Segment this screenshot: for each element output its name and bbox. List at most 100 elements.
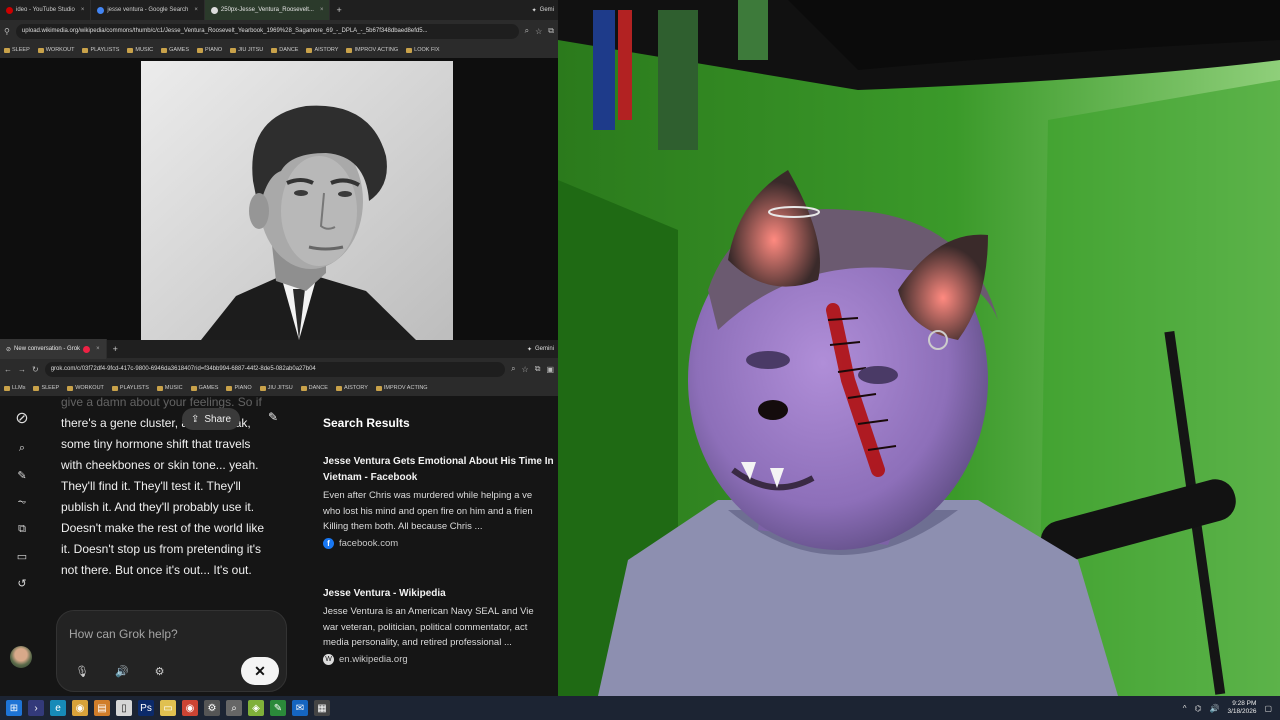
new-tab-button[interactable]: + bbox=[330, 5, 347, 15]
folder-icon bbox=[375, 385, 382, 391]
voice-icon[interactable]: ⏦ bbox=[18, 496, 27, 509]
result-source[interactable]: f facebook.com bbox=[323, 537, 558, 549]
bookmark-item[interactable]: PIANO bbox=[226, 385, 252, 391]
tab-grok[interactable]: ⊘ New conversation - Grok × bbox=[0, 339, 107, 359]
chat-panel: give a damn about your feelings. So if th… bbox=[56, 396, 291, 696]
imagine-icon[interactable]: ⧉ bbox=[18, 523, 26, 536]
search-result-2[interactable]: Jesse Ventura - Wikipedia Jesse Ventura … bbox=[323, 586, 558, 665]
bookmark-item[interactable]: IMPROV ACTING bbox=[346, 47, 398, 53]
input-toolbar: 🎙 🔊 ⚙ bbox=[75, 665, 165, 678]
close-tab-icon[interactable]: × bbox=[320, 7, 324, 13]
address-bar[interactable]: upload.wikimedia.org/wikipedia/commons/t… bbox=[15, 23, 519, 39]
bookmark-item[interactable]: PLAYLISTS bbox=[111, 385, 149, 391]
explorer-icon[interactable]: ▭ bbox=[160, 700, 176, 716]
bookmark-item[interactable]: WORKOUT bbox=[67, 385, 104, 391]
volume-icon[interactable]: 🔊 bbox=[1210, 704, 1220, 713]
new-chat-icon[interactable]: ✎ bbox=[268, 410, 278, 424]
search-icon[interactable]: ⌕ bbox=[226, 700, 242, 716]
bookmarks-bar: SLEEP WORKOUT PLAYLISTS MUSIC GAMES PIANO JIU … bbox=[0, 42, 558, 58]
chat-line: give a damn about your feelings. So if bbox=[61, 396, 262, 409]
settings-icon[interactable]: ⚙ bbox=[204, 700, 220, 716]
bookmark-item[interactable]: AISTORY bbox=[306, 47, 338, 53]
bookmark-item[interactable]: SLEEP bbox=[4, 47, 30, 53]
bookmark-label: AISTORY bbox=[314, 47, 339, 53]
extensions-icon[interactable]: ⧉ bbox=[535, 364, 541, 374]
address-bar[interactable]: grok.com/c/03f72df4-9fcd-417c-9800-6946d… bbox=[44, 361, 506, 377]
photoshop-icon[interactable]: Ps bbox=[138, 700, 154, 716]
tab-wiki-image[interactable]: 250px-Jesse_Ventura_Roosevelt... × bbox=[204, 0, 331, 20]
zoom-icon[interactable]: ⌕ bbox=[511, 364, 515, 374]
app-icon[interactable]: ◈ bbox=[248, 700, 264, 716]
yearbook-photo bbox=[141, 61, 453, 340]
file-icon[interactable]: ▤ bbox=[94, 700, 110, 716]
bookmark-item[interactable]: JIU JITSU bbox=[259, 385, 293, 391]
bookmark-item[interactable]: PLAYLISTS bbox=[82, 47, 119, 53]
close-tab-icon[interactable]: × bbox=[81, 7, 85, 13]
bookmark-item[interactable]: GAMES bbox=[161, 47, 189, 53]
notepad-icon[interactable]: ▯ bbox=[116, 700, 132, 716]
bookmark-star-icon[interactable]: ☆ bbox=[522, 365, 529, 374]
grok-app: ⊘ ⌕ ✎ ⏦ ⧉ ▭ ↺ give a damn about your fee… bbox=[0, 396, 558, 696]
clock[interactable]: 9:28 PM 3/18/2026 bbox=[1228, 700, 1257, 716]
outlook-icon[interactable]: ✉ bbox=[292, 700, 308, 716]
terminal-icon[interactable]: › bbox=[28, 700, 44, 716]
bookmark-item[interactable]: PIANO bbox=[197, 47, 222, 53]
calculator-icon[interactable]: ▦ bbox=[314, 700, 330, 716]
close-tab-icon[interactable]: × bbox=[194, 7, 198, 13]
bookmark-label: IMPROV ACTING bbox=[383, 385, 428, 391]
tab-youtube-studio[interactable]: ideo - YouTube Studio × bbox=[0, 0, 92, 20]
search-result-1[interactable]: Jesse Ventura Gets Emotional About His T… bbox=[323, 454, 558, 549]
history-icon[interactable]: ↺ bbox=[17, 577, 26, 590]
bookmark-item[interactable]: GAMES bbox=[190, 385, 218, 391]
bookmark-item[interactable]: WORKOUT bbox=[37, 47, 74, 53]
search-icon[interactable]: ⌕ bbox=[19, 442, 25, 455]
bookmark-item[interactable]: SLEEP bbox=[33, 385, 59, 391]
speaker-icon[interactable]: 🔊 bbox=[115, 665, 129, 678]
result-title[interactable]: Jesse Ventura Gets Emotional About His T… bbox=[323, 454, 558, 486]
sidebar-icon[interactable]: ▣ bbox=[546, 365, 554, 374]
result-title[interactable]: Jesse Ventura - Wikipedia bbox=[323, 586, 558, 602]
new-tab-button[interactable]: + bbox=[107, 344, 124, 354]
reload-icon[interactable]: ↻ bbox=[32, 365, 39, 374]
bookmark-item[interactable]: AISTORY bbox=[335, 385, 368, 391]
edit-icon[interactable]: ✎ bbox=[17, 469, 26, 482]
forward-icon[interactable]: → bbox=[18, 365, 26, 374]
bookmark-item[interactable]: JIU JITSU bbox=[230, 47, 263, 53]
bookmark-label: JIU JITSU bbox=[238, 47, 264, 53]
chrome-alt-icon[interactable]: ◉ bbox=[182, 700, 198, 716]
edge-icon[interactable]: e bbox=[50, 700, 66, 716]
notification-icon[interactable]: ▢ bbox=[1264, 704, 1272, 713]
notes-icon[interactable]: ✎ bbox=[270, 700, 286, 716]
chrome-icon[interactable]: ◉ bbox=[72, 700, 88, 716]
windows-start-icon[interactable]: ⊞ bbox=[6, 700, 22, 716]
bookmark-item[interactable]: LLMs bbox=[4, 385, 25, 391]
bookmark-item[interactable]: MUSIC bbox=[127, 47, 153, 53]
avatar[interactable] bbox=[10, 646, 32, 668]
tab-google-search[interactable]: jesse ventura - Google Search × bbox=[91, 0, 205, 20]
bookmark-item[interactable]: MUSIC bbox=[156, 385, 183, 391]
network-icon[interactable]: ⌬ bbox=[1195, 704, 1202, 713]
gemini-button[interactable]: ✦ Gemi bbox=[532, 7, 558, 14]
close-voice-button[interactable]: ✕ bbox=[241, 657, 279, 685]
facebook-icon: f bbox=[323, 537, 334, 549]
bookmark-item[interactable]: IMPROV ACTING bbox=[375, 385, 428, 391]
bookmark-item[interactable]: LOOK FIX bbox=[406, 47, 440, 53]
share-button[interactable]: ⇪ Share bbox=[182, 408, 241, 430]
projects-icon[interactable]: ▭ bbox=[17, 550, 27, 563]
result-source[interactable]: W en.wikipedia.org bbox=[323, 653, 558, 665]
bookmark-label: PIANO bbox=[205, 47, 223, 53]
microphone-icon[interactable]: 🎙 bbox=[75, 665, 89, 678]
bookmark-item[interactable]: DANCE bbox=[300, 385, 328, 391]
bookmark-star-icon[interactable]: ☆ bbox=[535, 27, 542, 36]
close-tab-icon[interactable]: × bbox=[96, 346, 100, 352]
bookmark-item[interactable]: DANCE bbox=[271, 47, 298, 53]
back-icon[interactable]: ← bbox=[4, 365, 12, 374]
site-info-icon[interactable]: ⚲ bbox=[4, 27, 10, 36]
chat-input[interactable]: How can Grok help? 🎙 🔊 ⚙ ✕ bbox=[56, 610, 287, 692]
tune-icon[interactable]: ⚙ bbox=[155, 665, 165, 678]
grok-logo-icon[interactable]: ⊘ bbox=[15, 408, 28, 428]
chevron-up-icon[interactable]: ^ bbox=[1183, 704, 1187, 713]
gemini-button[interactable]: ✦ Gemini bbox=[527, 346, 558, 353]
extensions-icon[interactable]: ⧉ bbox=[548, 26, 554, 36]
zoom-icon[interactable]: ⌕ bbox=[525, 26, 529, 36]
